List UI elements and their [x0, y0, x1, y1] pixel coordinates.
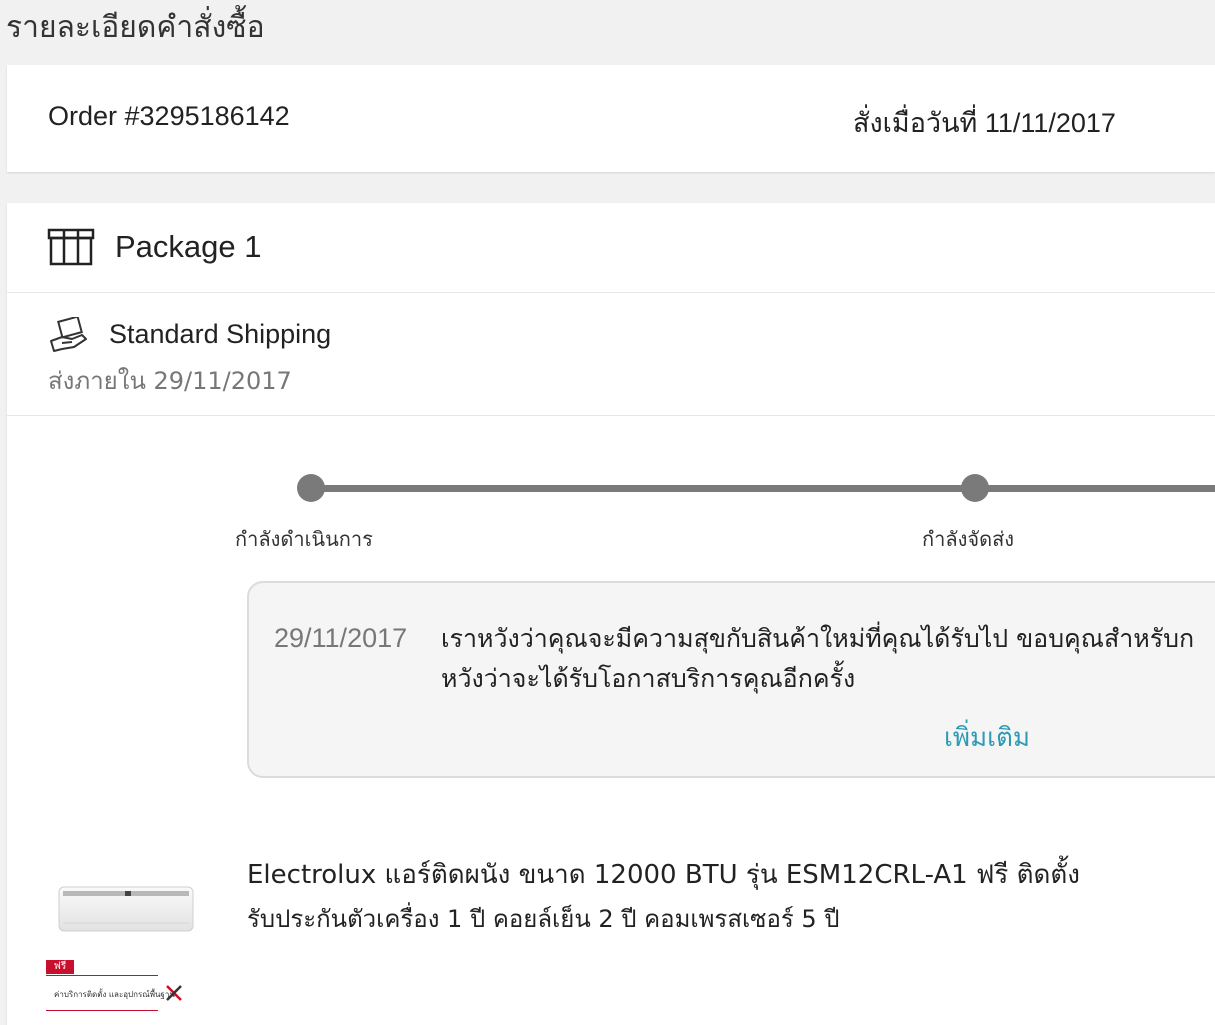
promo-tag: ฟรี: [46, 960, 74, 974]
note-message: เราหวังว่าคุณจะมีความสุขกับสินค้าใหม่ที่…: [441, 619, 1194, 699]
tracking-progress-line: [311, 485, 1215, 492]
promo-banner: ฟรี ค่าบริการติดตั้ง และอุปกรณ์พื้นฐาน: [46, 958, 206, 1018]
promo-divider: [46, 1010, 158, 1011]
tracking-step-dot: [297, 474, 325, 502]
shipping-method: Standard Shipping: [109, 319, 332, 349]
order-number: Order #3295186142: [48, 101, 290, 131]
tracking-step-dot: [961, 474, 989, 502]
page-title: รายละเอียดคำสั่งซื้อ: [6, 10, 265, 45]
shipping-eta: ส่งภายใน 29/11/2017: [48, 367, 292, 395]
note-message-line: เราหวังว่าคุณจะมีความสุขกับสินค้าใหม่ที่…: [441, 624, 1195, 653]
tracking-note: 29/11/2017 เราหวังว่าคุณจะมีความสุขกับสิ…: [247, 581, 1215, 778]
promo-text: ค่าบริการติดตั้ง และอุปกรณ์พื้นฐาน: [54, 990, 175, 999]
package-box-icon: [47, 228, 95, 270]
tracking-step-label: กำลังดำเนินการ: [235, 527, 373, 551]
hand-package-icon: [48, 315, 88, 359]
product-name[interactable]: Electrolux แอร์ติดผนัง ขนาด 12000 BTU รุ…: [247, 853, 1080, 941]
package-header: Package 1: [7, 203, 1215, 293]
tracking-step-label: กำลังจัดส่ง: [922, 527, 1015, 551]
note-message-line: หวังว่าจะได้รับโอกาสบริการคุณอีกครั้ง: [441, 664, 856, 693]
order-date: สั่งเมื่อวันที่ 11/11/2017: [853, 108, 1116, 138]
shipping-info: Standard Shipping ส่งภายใน 29/11/2017: [7, 293, 1215, 416]
package-title: Package 1: [115, 229, 262, 264]
product-image[interactable]: [53, 883, 203, 935]
order-summary-card: Order #3295186142 สั่งเมื่อวันที่ 11/11/…: [7, 65, 1215, 172]
package-card: Package 1 Standard Shipping ส่งภายใน 29/…: [7, 203, 1215, 1025]
more-link[interactable]: เพิ่มเติม: [944, 717, 1030, 758]
product-warranty: รับประกันตัวเครื่อง 1 ปี คอยล์เย็น 2 ปี …: [247, 905, 840, 933]
product-title: Electrolux แอร์ติดผนัง ขนาด 12000 BTU รุ…: [247, 860, 1080, 890]
tools-icon: [164, 983, 184, 1007]
promo-divider: [46, 975, 158, 976]
note-date: 29/11/2017: [274, 623, 408, 653]
